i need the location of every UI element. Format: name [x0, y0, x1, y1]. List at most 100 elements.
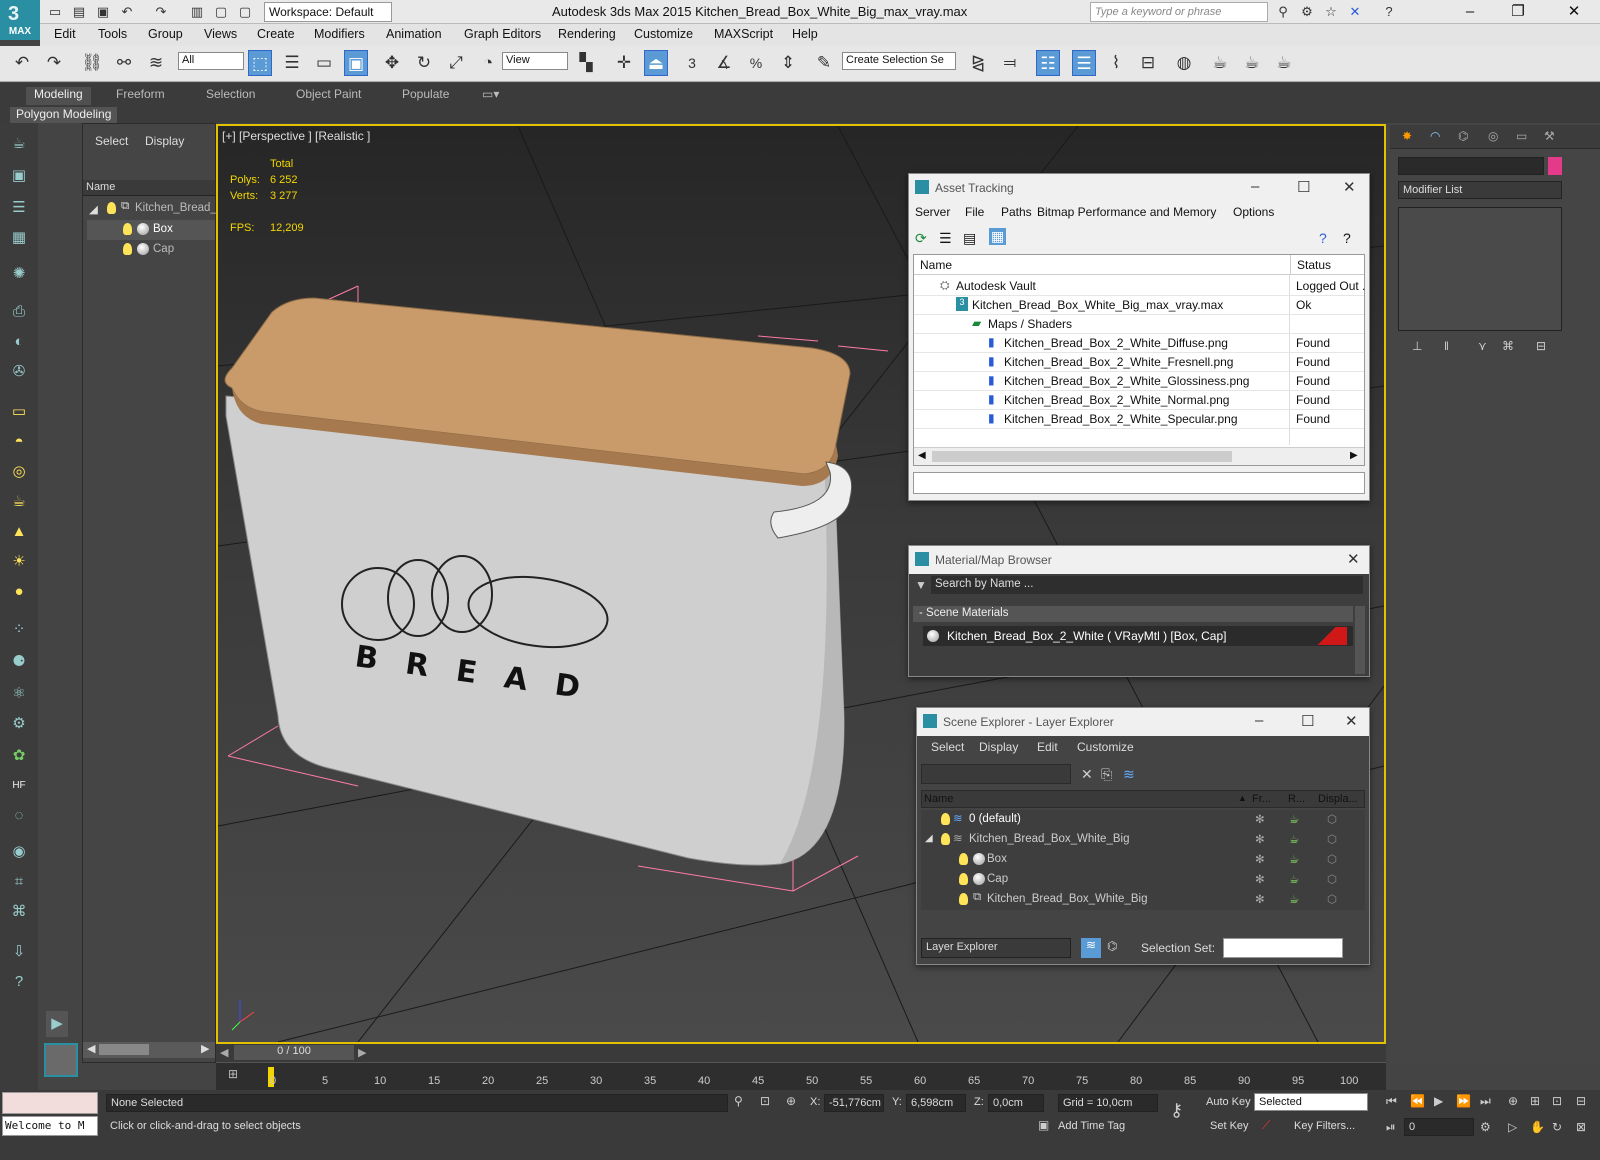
key-filters-button[interactable]: Key Filters...	[1294, 1120, 1355, 1132]
tree-item[interactable]: Cap	[87, 240, 215, 260]
rotate-icon[interactable]: ↻	[412, 50, 436, 76]
thumbnail-view-icon[interactable]: ▤	[963, 230, 976, 247]
pin-stack-icon[interactable]: ⊥	[1412, 339, 1422, 353]
menu-display[interactable]: Display	[979, 740, 1018, 754]
refresh-icon[interactable]: ⟳	[915, 230, 927, 247]
menu-rendering[interactable]: Rendering	[558, 27, 616, 41]
dynamics-icon[interactable]: ⚈	[4, 649, 34, 675]
sort-by-layer-icon[interactable]: ≋	[1081, 938, 1101, 958]
key-icon[interactable]: ⚷	[1170, 1100, 1183, 1121]
motion-tab-icon[interactable]: ◎	[1488, 129, 1498, 143]
absolute-mode-icon[interactable]: ⊕	[786, 1094, 796, 1108]
modify-tab-icon[interactable]: ◠	[1430, 129, 1440, 143]
edit-named-selection-icon[interactable]: ✎	[812, 50, 836, 76]
curve-editor-icon[interactable]: ⌇	[1104, 50, 1128, 76]
make-unique-icon[interactable]: ⋎	[1478, 339, 1487, 353]
open-file-icon[interactable]: ▤	[70, 3, 88, 21]
key-mode-dropdown[interactable]: Selected	[1254, 1093, 1368, 1111]
render-teapot-icon[interactable]: ☕	[1289, 812, 1299, 826]
color-swatch[interactable]	[44, 1043, 78, 1077]
tab-modeling[interactable]: Modeling	[26, 87, 91, 105]
layer-row[interactable]: Cap ✻ ☕ ⬡	[921, 870, 1365, 890]
scroll-thumb[interactable]	[99, 1044, 149, 1055]
asset-horizontal-scrollbar[interactable]: ◀ ▶	[914, 447, 1364, 465]
scale-icon[interactable]: ⤢	[444, 50, 468, 76]
help-circle-icon[interactable]: ?	[4, 969, 34, 995]
menu-create[interactable]: Create	[257, 27, 295, 41]
zoom-extents-icon[interactable]: ⊡	[1552, 1094, 1562, 1108]
modifier-stack[interactable]	[1398, 207, 1562, 331]
camera-icon[interactable]: ⎙	[4, 299, 34, 325]
sort-by-hierarchy-icon[interactable]: ⌬	[1107, 939, 1117, 953]
redo-icon[interactable]: ↷	[152, 3, 170, 21]
orbit-icon[interactable]: ↻	[1552, 1120, 1562, 1134]
restore-icon[interactable]: ❐	[1500, 0, 1536, 24]
close-icon[interactable]: ✕	[1347, 550, 1360, 568]
keyword-search-input[interactable]: Type a keyword or phrase	[1090, 2, 1268, 22]
star-icon[interactable]: ☆	[1322, 3, 1340, 21]
maximize-viewport-icon[interactable]: ⊠	[1576, 1120, 1586, 1134]
menu-customize[interactable]: Customize	[1077, 740, 1134, 754]
expand-panel-icon[interactable]: ▶	[46, 1011, 68, 1037]
new-file-icon[interactable]: ▭	[46, 3, 64, 21]
layer-row[interactable]: ⧉ Kitchen_Bread_Box_White_Big ✻ ☕ ⬡	[921, 890, 1365, 910]
context-help-icon[interactable]: ?	[1343, 230, 1351, 246]
tab-freeform[interactable]: Freeform	[116, 87, 165, 105]
collapse-icon[interactable]: ◢	[925, 833, 933, 844]
prev-key-icon[interactable]: ⏪	[1410, 1094, 1425, 1108]
redo-icon[interactable]: ↷	[42, 50, 66, 76]
list-view-icon[interactable]: ☰	[939, 230, 952, 247]
named-selection-set-dropdown[interactable]: Create Selection Se	[842, 52, 956, 70]
table-view-icon[interactable]: ▦	[989, 228, 1007, 245]
menu-help[interactable]: Help	[792, 27, 818, 41]
close-icon[interactable]: ✕	[1556, 0, 1592, 24]
mirror-icon[interactable]: ⧎	[966, 50, 990, 76]
column-header-display[interactable]: Displa...	[1318, 793, 1358, 805]
prev-frame-icon[interactable]: ◀	[220, 1046, 228, 1059]
bulb-icon[interactable]	[959, 853, 968, 865]
move-icon[interactable]: ✥	[380, 50, 404, 76]
freeze-icon[interactable]: ✻	[1255, 852, 1265, 866]
y-coord-field[interactable]: 6,598cm	[906, 1094, 966, 1112]
material-search-input[interactable]: Search by Name ...	[931, 576, 1363, 594]
key-tangent-icon[interactable]: ⟋	[1262, 1118, 1270, 1133]
column-header-render[interactable]: R...	[1288, 793, 1305, 805]
toggle-layer-explorer-icon[interactable]: ☰	[1072, 50, 1096, 76]
menu-paths[interactable]: Paths	[1001, 205, 1032, 219]
film-icon[interactable]: ✇	[4, 359, 34, 385]
layer-row[interactable]: Box ✻ ☕ ⬡	[921, 850, 1365, 870]
column-header-status[interactable]: Status	[1290, 255, 1337, 275]
minimize-icon[interactable]: –	[1452, 0, 1488, 24]
scroll-thumb[interactable]	[932, 451, 1232, 462]
minimize-icon[interactable]: –	[1251, 178, 1259, 195]
pivot-center-icon[interactable]: ▚	[574, 50, 598, 76]
explorer-mode-dropdown[interactable]: Layer Explorer	[921, 938, 1071, 958]
particles-icon[interactable]: ⁘	[4, 617, 34, 643]
horizontal-scrollbar[interactable]: ◀ ▶	[83, 1042, 215, 1058]
sound-icon[interactable]: ◐	[4, 329, 34, 355]
panel-tab-display[interactable]: Display	[145, 134, 184, 148]
lock-icon[interactable]: ⊡	[760, 1094, 770, 1108]
grid-icon[interactable]: ▦	[4, 225, 34, 251]
object-color-swatch[interactable]	[1548, 157, 1562, 175]
snap-toggle-icon[interactable]: 3	[680, 50, 704, 76]
zoom-extents-all-icon[interactable]: ⊟	[1576, 1094, 1586, 1108]
table-row[interactable]: ▮ Kitchen_Bread_Box_2_White_Glossiness.p…	[914, 372, 1364, 391]
render-teapot-icon[interactable]: ☕	[1289, 852, 1299, 866]
key-mode-toggle-icon[interactable]: ⏯	[1386, 1120, 1396, 1135]
layer-search-input[interactable]	[921, 764, 1071, 784]
scroll-right-icon[interactable]: ▶	[201, 1042, 209, 1055]
table-row[interactable]: ▮ Kitchen_Bread_Box_2_White_Specular.png…	[914, 410, 1364, 429]
display-box-icon[interactable]: ⬡	[1327, 832, 1337, 846]
column-header-name[interactable]: Name	[920, 258, 952, 272]
align-icon[interactable]: ⫤	[998, 50, 1022, 76]
help-icon[interactable]: ?	[1319, 230, 1327, 246]
bulb-icon[interactable]	[941, 813, 950, 825]
sun-icon[interactable]: ☀	[4, 549, 34, 575]
save-icon[interactable]: ▣	[94, 3, 112, 21]
scene-materials-group[interactable]: - Scene Materials	[913, 606, 1353, 622]
menu-maxscript[interactable]: MAXScript	[714, 27, 773, 41]
freeze-icon[interactable]: ✻	[1255, 812, 1265, 826]
select-manipulate-icon[interactable]: ✛	[612, 50, 636, 76]
show-end-result-icon[interactable]: ‖	[1444, 339, 1449, 353]
